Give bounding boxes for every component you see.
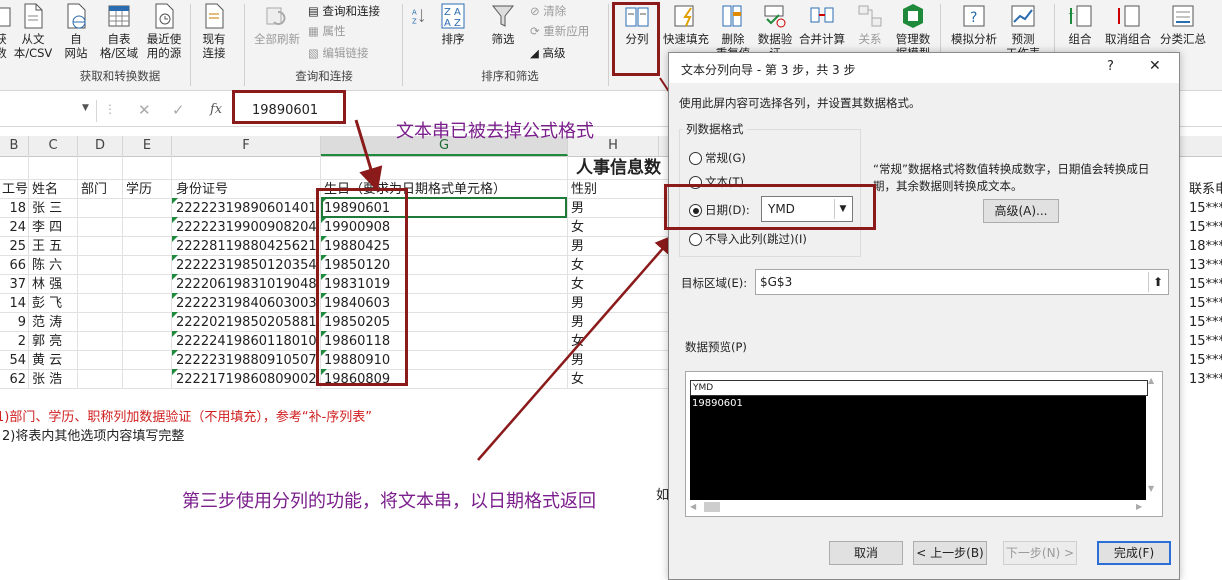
destination-label: 目标区域(E):: [681, 276, 748, 290]
help-icon[interactable]: ?: [1107, 59, 1114, 74]
scroll-left-icon[interactable]: ◀: [690, 502, 696, 511]
annotation-box-split-button: [612, 2, 660, 76]
scroll-up-icon[interactable]: ▲: [1148, 376, 1154, 385]
preview-value: 19890601: [692, 398, 743, 409]
preview-label: 数据预览(P): [685, 340, 747, 354]
advanced-button[interactable]: 高级(A)...: [983, 199, 1059, 223]
annotation-arrow-top: [354, 119, 383, 192]
column-format-legend: 列数据格式: [683, 121, 747, 137]
radio-skip[interactable]: [689, 233, 702, 246]
dialog-title: 文本分列向导 - 第 3 步，共 3 步: [681, 63, 856, 77]
cancel-button[interactable]: 取消: [829, 541, 903, 565]
annotation-box-date-option: [664, 184, 876, 230]
annotation-text-bottom: 第三步使用分列的功能，将文本串，以日期格式返回: [182, 491, 596, 512]
dialog-intro: 使用此屏内容可选择各列，并设置其数据格式。: [679, 96, 921, 110]
data-preview[interactable]: YMD 19890601 ▲ ▼ ◀ ▶: [685, 371, 1163, 517]
finish-button[interactable]: 完成(F): [1097, 541, 1171, 565]
dialog-titlebar: 文本分列向导 - 第 3 步，共 3 步 ? ✕: [669, 53, 1179, 83]
annotation-text-top: 文本串已被去掉公式格式: [396, 121, 594, 142]
close-icon[interactable]: ✕: [1149, 58, 1161, 74]
destination-value: $G$3: [760, 275, 793, 289]
preview-header-text: YMD: [693, 383, 714, 393]
preview-column-header[interactable]: YMD: [690, 380, 1148, 396]
collapse-range-icon[interactable]: ⬆: [1148, 272, 1167, 292]
annotation-box-formula: [232, 90, 346, 124]
scroll-down-icon[interactable]: ▼: [1148, 484, 1154, 493]
annotation-box-birth-column: [316, 188, 408, 386]
text-to-columns-dialog: 文本分列向导 - 第 3 步，共 3 步 ? ✕ 使用此屏内容可选择各列，并设置…: [668, 52, 1180, 580]
radio-skip-label: 不导入此列(跳过)(I): [705, 232, 807, 246]
scroll-right-icon[interactable]: ▶: [1136, 502, 1142, 511]
horizontal-scrollbar-thumb[interactable]: [704, 502, 720, 512]
preview-data-area: 19890601: [690, 396, 1146, 500]
next-button[interactable]: 下一步(N) >: [1003, 541, 1077, 565]
radio-general[interactable]: [689, 152, 702, 165]
destination-input[interactable]: $G$3 ⬆: [755, 269, 1169, 295]
back-button[interactable]: < 上一步(B): [913, 541, 987, 565]
radio-general-label: 常规(G): [705, 151, 746, 165]
annotation-arrow-bottom: [477, 234, 676, 461]
format-info: “常规”数据格式将数值转换成数字，日期值会转换成日期，其余数据则转换成文本。: [873, 162, 1150, 193]
